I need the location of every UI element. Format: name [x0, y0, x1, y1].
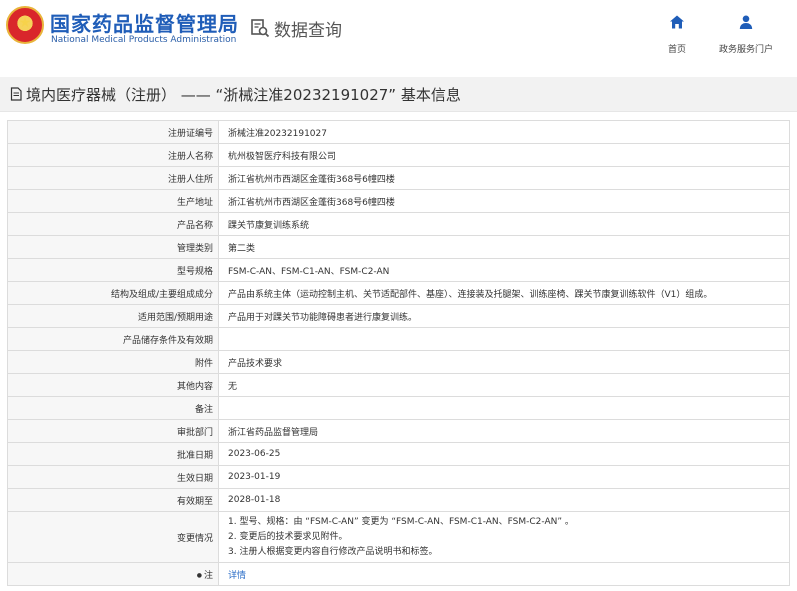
row-value: 浙械注准20232191027: [218, 120, 790, 144]
section-label: 数据查询: [274, 20, 342, 41]
document-icon: [10, 87, 22, 101]
row-label: 管理类别: [7, 235, 219, 259]
row-label: 有效期至: [7, 488, 219, 512]
table-row: 有效期至 2028-01-18: [7, 488, 790, 512]
row-value: 第二类: [218, 235, 790, 259]
row-value: 产品由系统主体（运动控制主机、关节适配部件、基座）、连接装及托腿架、训练座椅、踝…: [218, 281, 790, 305]
row-value-changes: 1. 型号、规格：由 “FSM-C-AN” 变更为 “FSM-C-AN、FSM-…: [218, 511, 790, 563]
note-label: 注: [203, 570, 213, 581]
table-row: 备注: [7, 396, 790, 420]
row-value: [218, 327, 790, 351]
details-link[interactable]: 详情: [228, 571, 246, 581]
row-label: 结构及组成/主要组成成分: [7, 281, 219, 305]
title-bar: 境内医疗器械（注册） —— “浙械注准20232191027” 基本信息: [0, 77, 797, 112]
row-value: FSM-C-AN、FSM-C1-AN、FSM-C2-AN: [218, 258, 790, 282]
row-label: 注册证编号: [7, 120, 219, 144]
table-row: 审批部门 浙江省药品监督管理局: [7, 419, 790, 443]
row-value: 产品用于对踝关节功能障碍患者进行康复训练。: [218, 304, 790, 328]
row-value: 踝关节康复训练系统: [218, 212, 790, 236]
row-label: 适用范围/预期用途: [7, 304, 219, 328]
row-value: 浙江省杭州市西湖区金蓬街368号6幢四楼: [218, 166, 790, 190]
change-line: 1. 型号、规格：由 “FSM-C-AN” 变更为 “FSM-C-AN、FSM-…: [228, 516, 574, 527]
table-row-note: ● 注详情: [7, 562, 790, 586]
change-line: 3. 注册人根据变更内容自行修改产品说明书和标签。: [228, 546, 438, 557]
row-label: 产品名称: [7, 212, 219, 236]
row-label: 其他内容: [7, 373, 219, 397]
table-row: 生效日期 2023-01-19: [7, 465, 790, 489]
table-row: 其他内容无: [7, 373, 790, 397]
nav-service-portal[interactable]: 政务服务门户: [706, 14, 786, 55]
row-value: 无: [218, 373, 790, 397]
row-label: 审批部门: [7, 419, 219, 443]
data-query-section: 数据查询: [250, 16, 342, 41]
brand-title[interactable]: 国家药品监督管理局: [50, 8, 239, 37]
brand-subtitle: National Medical Products Administration: [51, 35, 237, 45]
nav-home[interactable]: 首页: [637, 14, 717, 55]
table-row: 注册证编号 浙械注准20232191027: [7, 120, 790, 144]
row-label: 附件: [7, 350, 219, 374]
row-value: 2023-01-19: [218, 465, 790, 489]
home-icon: [670, 15, 684, 29]
row-label: 生产地址: [7, 189, 219, 213]
table-row: 结构及组成/主要组成成分 产品由系统主体（运动控制主机、关节适配部件、基座）、连接…: [7, 281, 790, 305]
row-label-note: ● 注: [7, 562, 219, 586]
user-icon: [739, 15, 753, 29]
registration-info-table: 注册证编号 浙械注准20232191027 注册人名称 杭州极智医疗科技有限公司 注册人…: [7, 120, 790, 586]
row-label: 注册人名称: [7, 143, 219, 167]
row-value: 2028-01-18: [218, 488, 790, 512]
row-value: 浙江省药品监督管理局: [218, 419, 790, 443]
row-label: 型号规格: [7, 258, 219, 282]
nav-portal-label: 政务服务门户: [718, 45, 773, 55]
change-line: 2. 变更后的技术要求见附件。: [228, 531, 348, 542]
row-label: 变更情况: [7, 511, 219, 563]
row-label: 生效日期: [7, 465, 219, 489]
row-label: 注册人住所: [7, 166, 219, 190]
document-search-icon: [251, 19, 270, 38]
table-row: 注册人名称 杭州极智医疗科技有限公司: [7, 143, 790, 167]
table-row-changes: 变更情况 1. 型号、规格：由 “FSM-C-AN” 变更为 “FSM-C-AN、…: [7, 511, 790, 563]
row-label: 批准日期: [7, 442, 219, 466]
site-header: ★ 国家药品监督管理局 National Medical Products Ad…: [0, 0, 797, 70]
table-row: 产品储存条件及有效期: [7, 327, 790, 351]
row-value: 浙江省杭州市西湖区金蓬街368号6幢四楼: [218, 189, 790, 213]
row-value: 产品技术要求: [218, 350, 790, 374]
table-row: 附件 产品技术要求: [7, 350, 790, 374]
table-row: 管理类别 第二类: [7, 235, 790, 259]
table-row: 批准日期 2023-06-25: [7, 442, 790, 466]
row-label: 备注: [7, 396, 219, 420]
table-row: 型号规格 FSM-C-AN、FSM-C1-AN、FSM-C2-AN: [7, 258, 790, 282]
page-title: 境内医疗器械（注册） —— “浙械注准20232191027” 基本信息: [26, 85, 461, 104]
nav-home-label: 首页: [667, 45, 686, 55]
table-row: 生产地址 浙江省杭州市西湖区金蓬街368号6幢四楼: [7, 189, 790, 213]
table-row: 产品名称 踝关节康复训练系统: [7, 212, 790, 236]
row-label: 产品储存条件及有效期: [7, 327, 219, 351]
table-row: 适用范围/预期用途 产品用于对踝关节功能障碍患者进行康复训练。: [7, 304, 790, 328]
table-row: 注册人住所 浙江省杭州市西湖区金蓬街368号6幢四楼: [7, 166, 790, 190]
row-value: [218, 396, 790, 420]
national-emblem-icon: ★: [6, 6, 44, 44]
row-value: 2023-06-25: [218, 442, 790, 466]
row-value: 杭州极智医疗科技有限公司: [218, 143, 790, 167]
row-value-note: 详情: [218, 562, 790, 586]
note-marker-icon: ●: [196, 571, 202, 579]
